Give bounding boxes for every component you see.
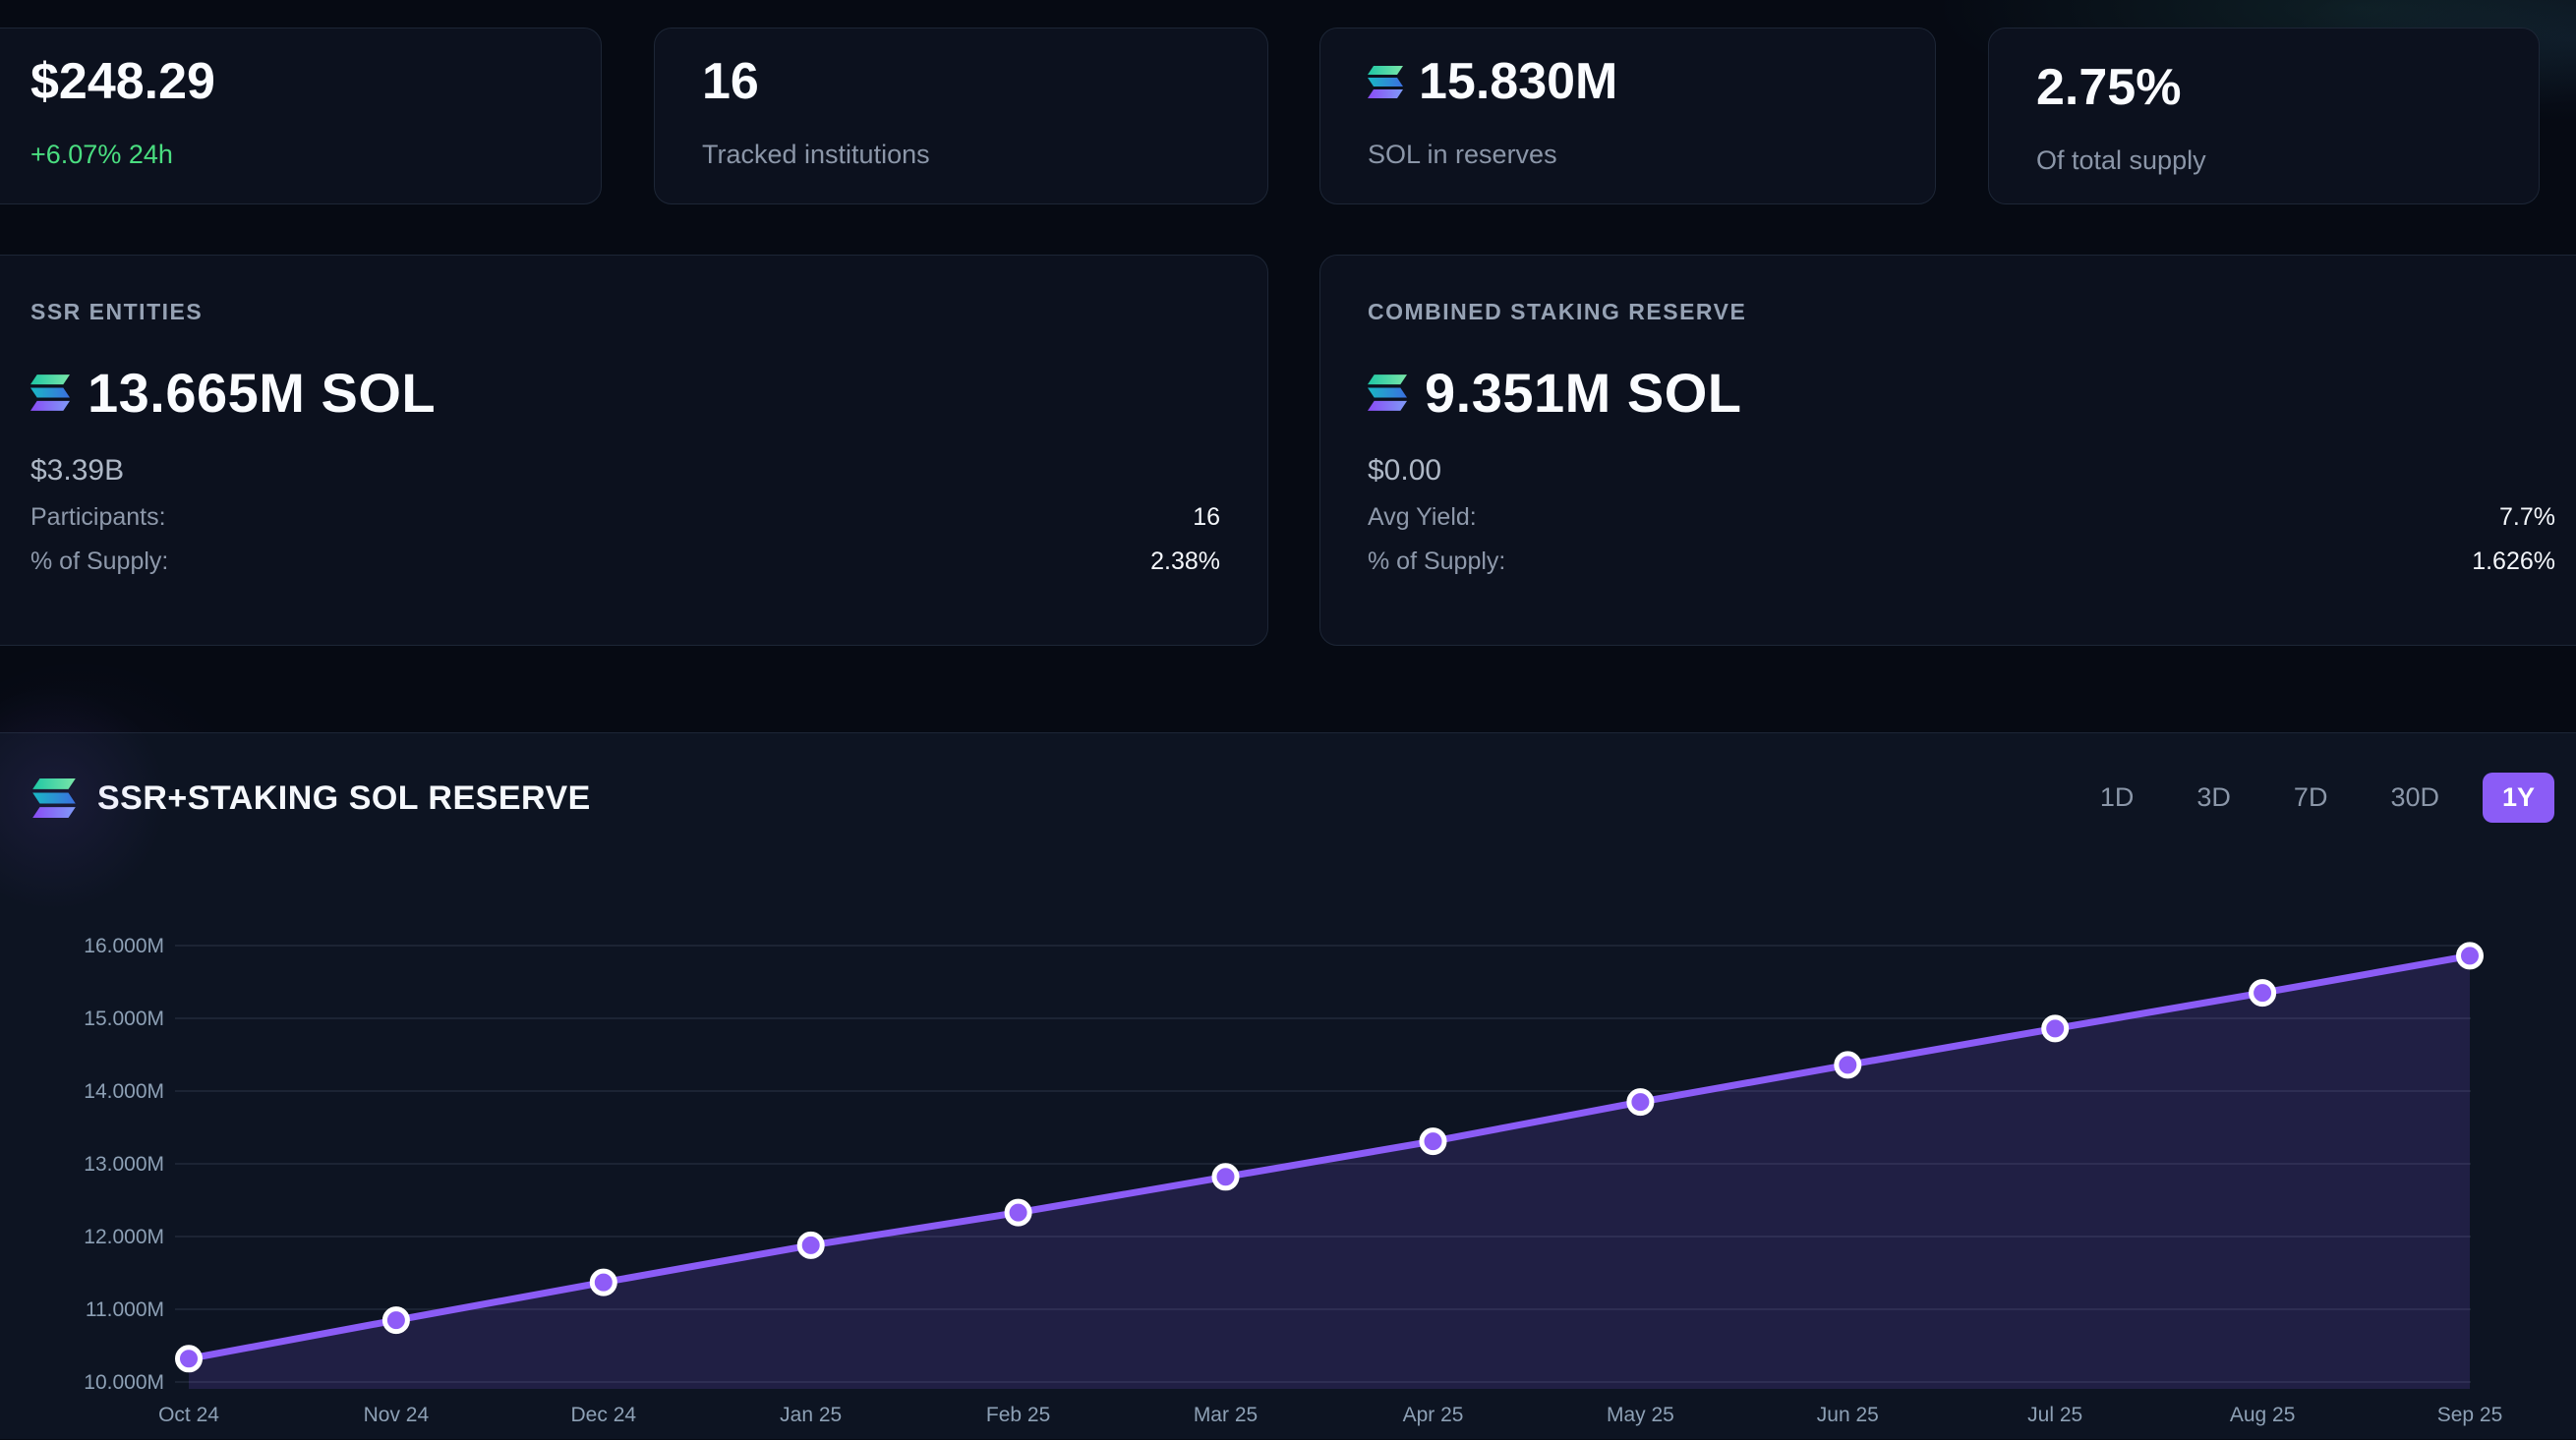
row-label: Avg Yield:	[1368, 503, 1477, 532]
panel-title: SSR ENTITIES	[30, 299, 1220, 325]
x-axis-tick: Mar 25	[1194, 1404, 1258, 1426]
combined-staking-reserve-panel: COMBINED STAKING RESERVE 9.351M SOL $0.0…	[1319, 255, 2576, 646]
sol-reserves-stat-card: 15.830M SOL in reserves	[1319, 28, 1936, 204]
tracked-institutions-value: 16	[702, 54, 1220, 110]
data-point[interactable]	[799, 1234, 822, 1256]
time-range-selector: 1D 3D 7D 30D 1Y	[2080, 773, 2554, 823]
x-axis-tick: Feb 25	[986, 1404, 1050, 1426]
data-point[interactable]	[1214, 1166, 1237, 1188]
area-fill	[189, 955, 2470, 1389]
x-axis-tick: Jul 25	[2027, 1404, 2082, 1426]
chart-title: SSR+STAKING SOL RESERVE	[97, 779, 591, 818]
total-supply-percent-label: Of total supply	[2036, 145, 2491, 176]
sol-price-value: $248.29	[30, 54, 554, 110]
ssr-entities-panel: SSR ENTITIES 13.665M SOL $3.39B Particip…	[0, 255, 1268, 646]
y-axis-tick: 10.000M	[84, 1371, 164, 1394]
supply-share-row: % of Supply: 1.626%	[1368, 547, 2555, 576]
staking-reserve-usd: $0.00	[1368, 454, 2555, 488]
x-axis-tick: May 25	[1607, 1404, 1674, 1426]
data-point[interactable]	[178, 1348, 201, 1370]
data-point[interactable]	[2252, 982, 2274, 1005]
x-axis-tick: Aug 25	[2230, 1404, 2296, 1426]
x-axis-tick: Sep 25	[2437, 1404, 2503, 1426]
row-value: 7.7%	[2499, 503, 2555, 532]
solana-icon	[1368, 374, 1407, 411]
y-axis-tick: 15.000M	[84, 1008, 164, 1030]
range-button-1d[interactable]: 1D	[2080, 773, 2154, 823]
row-value: 16	[1193, 503, 1220, 532]
total-supply-percent-value: 2.75%	[2036, 60, 2491, 116]
supply-share-row: % of Supply: 2.38%	[30, 547, 1220, 576]
data-point[interactable]	[1837, 1054, 1859, 1076]
supply-percent-stat-card: 2.75% Of total supply	[1988, 28, 2540, 204]
row-value: 1.626%	[2472, 547, 2555, 576]
range-button-7d[interactable]: 7D	[2274, 773, 2348, 823]
row-label: % of Supply:	[1368, 547, 1505, 576]
data-point[interactable]	[2044, 1017, 2067, 1040]
panel-title: COMBINED STAKING RESERVE	[1368, 299, 2555, 325]
reserve-chart-section: 10.000M 11.000M 12.000M 13.000M 14.000M 15.00…	[0, 732, 2576, 1439]
row-label: % of Supply:	[30, 547, 168, 576]
x-axis-tick: Dec 24	[571, 1404, 637, 1426]
y-axis-tick: 13.000M	[84, 1153, 164, 1176]
row-label: Participants:	[30, 503, 166, 532]
y-axis-tick: 16.000M	[84, 935, 164, 957]
ssr-entities-amount: 13.665M SOL	[88, 361, 436, 425]
data-point[interactable]	[592, 1271, 615, 1294]
institutions-stat-card: 16 Tracked institutions	[654, 28, 1268, 204]
staking-reserve-amount: 9.351M SOL	[1425, 361, 1741, 425]
price-change-24h: +6.07% 24h	[30, 140, 554, 170]
ssr-entities-usd: $3.39B	[30, 454, 1220, 488]
solana-icon	[30, 374, 70, 411]
y-axis-tick: 11.000M	[86, 1298, 164, 1321]
range-button-30d[interactable]: 30D	[2371, 773, 2459, 823]
sol-in-reserves-label: SOL in reserves	[1368, 140, 1888, 170]
participants-row: Participants: 16	[30, 503, 1220, 532]
data-point[interactable]	[2459, 945, 2482, 967]
y-axis-tick: 14.000M	[84, 1080, 164, 1103]
x-axis-tick: Nov 24	[364, 1404, 430, 1426]
y-axis-tick: 12.000M	[84, 1226, 164, 1248]
reserve-area-chart: 10.000M 11.000M 12.000M 13.000M 14.000M 15.00…	[0, 733, 2576, 1440]
x-axis-tick: Jan 25	[780, 1404, 842, 1426]
x-axis-tick: Oct 24	[158, 1404, 219, 1426]
x-axis-tick: Jun 25	[1817, 1404, 1879, 1426]
row-value: 2.38%	[1150, 547, 1220, 576]
tracked-institutions-label: Tracked institutions	[702, 140, 1220, 170]
solana-icon	[1368, 66, 1403, 98]
data-point[interactable]	[1422, 1130, 1444, 1153]
price-stat-card: $248.29 +6.07% 24h	[0, 28, 602, 204]
range-button-1y[interactable]: 1Y	[2483, 773, 2554, 823]
data-point[interactable]	[1007, 1201, 1029, 1224]
avg-yield-row: Avg Yield: 7.7%	[1368, 503, 2555, 532]
data-point[interactable]	[384, 1309, 407, 1332]
x-axis-tick: Apr 25	[1403, 1404, 1464, 1426]
range-button-3d[interactable]: 3D	[2177, 773, 2251, 823]
sol-in-reserves-value: 15.830M	[1419, 54, 1617, 110]
data-point[interactable]	[1629, 1091, 1652, 1114]
solana-icon	[32, 778, 76, 818]
